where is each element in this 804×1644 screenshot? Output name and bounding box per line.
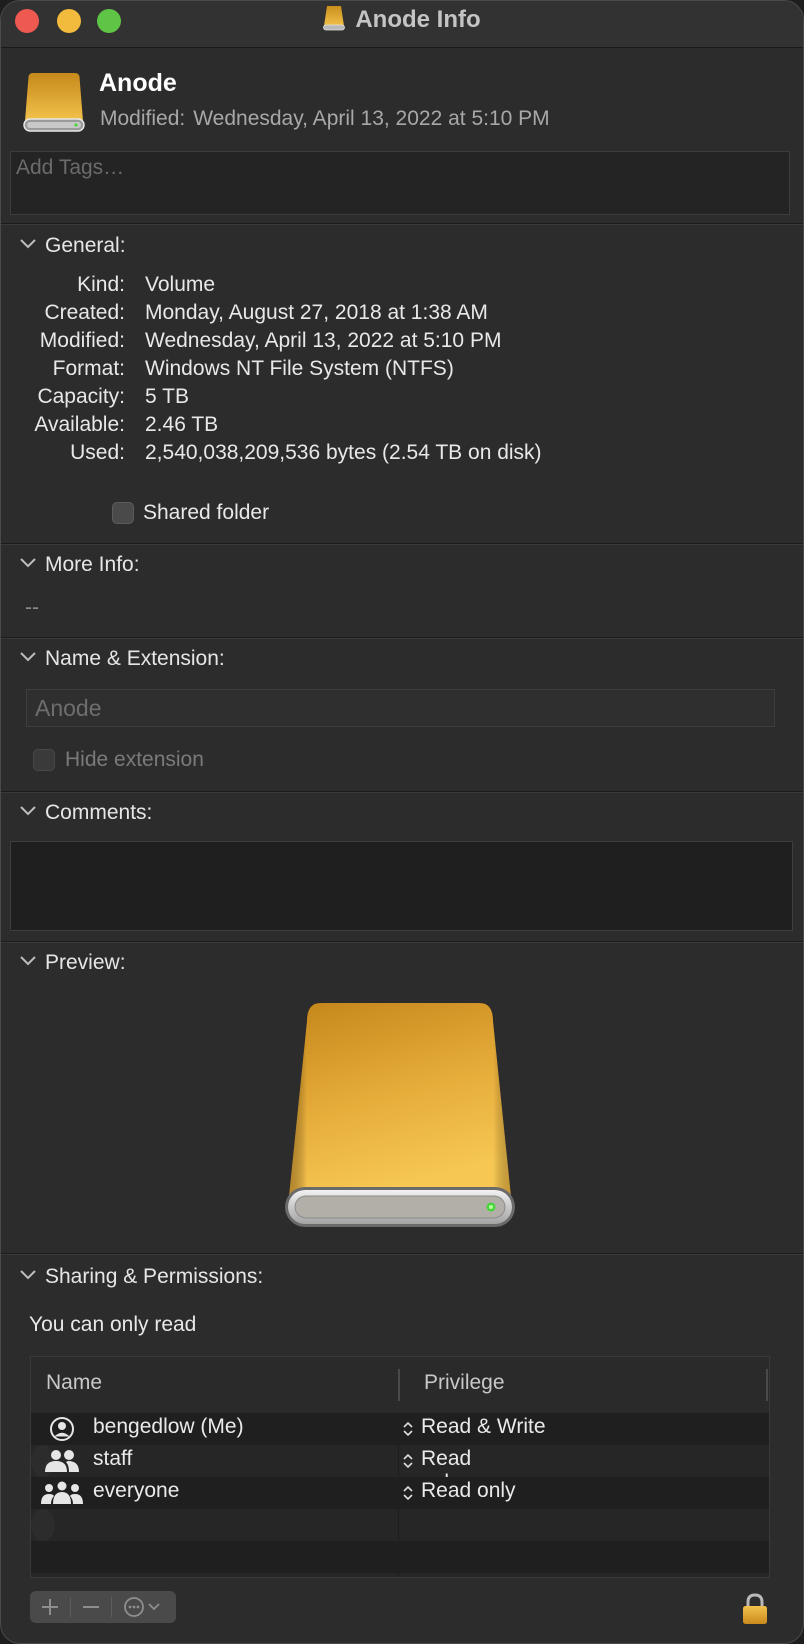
info-value: Wednesday, April 13, 2022 at 5:10 PM (145, 329, 502, 352)
section-more-info-title: More Info: (45, 553, 140, 576)
section-preview-toggle[interactable]: Preview: (19, 949, 126, 977)
table-row-empty (31, 1541, 769, 1573)
info-value: 2.46 TB (145, 413, 219, 436)
window-title-wrap: Anode Info (1, 5, 803, 35)
column-divider[interactable] (766, 1369, 768, 1401)
more-actions-button[interactable] (112, 1591, 176, 1623)
info-value: Monday, August 27, 2018 at 1:38 AM (145, 301, 488, 324)
chevron-down-icon (20, 1270, 36, 1280)
info-value: Windows NT File System (NTFS) (145, 357, 454, 380)
section-comments-toggle[interactable]: Comments: (19, 799, 152, 827)
tags-placeholder: Add Tags… (16, 156, 125, 179)
permissions-table: Name Privilege bengedlow (Me) Read & Wri… (30, 1356, 770, 1578)
user-icon (50, 1417, 74, 1441)
external-drive-icon (285, 1003, 515, 1227)
info-label: Created: (44, 301, 125, 324)
section-name-extension-toggle[interactable]: Name & Extension: (19, 645, 225, 673)
section-general-toggle[interactable]: General: (19, 232, 126, 260)
info-label: Kind: (77, 273, 125, 296)
info-row-modified: Modified: Wednesday, April 13, 2022 at 5… (1, 327, 791, 355)
more-info-value: -- (25, 596, 39, 619)
external-drive-icon (23, 73, 85, 132)
section-more-info-toggle[interactable]: More Info: (19, 551, 140, 579)
column-divider[interactable] (398, 1369, 400, 1401)
external-drive-icon (323, 6, 346, 31)
window-title: Anode Info (355, 6, 481, 33)
title-bar[interactable]: Anode Info (1, 1, 803, 48)
section-sharing-title: Sharing & Permissions: (45, 1265, 264, 1288)
info-row-created: Created: Monday, August 27, 2018 at 1:38… (1, 299, 791, 327)
section-comments-title: Comments: (45, 801, 153, 824)
chevron-down-icon (20, 956, 36, 966)
section-sharing-toggle[interactable]: Sharing & Permissions: (19, 1263, 263, 1291)
info-value: 5 TB (145, 385, 189, 408)
chevron-down-icon (20, 558, 36, 568)
remove-icon (83, 1606, 99, 1608)
info-label: Used: (70, 441, 125, 464)
add-icon (42, 1599, 58, 1615)
more-actions-icon (124, 1597, 160, 1617)
chevron-down-icon (20, 806, 36, 816)
tags-field[interactable]: Add Tags… (10, 151, 790, 215)
get-info-window: Anode Info Anode Modified: Wednesday, Apr… (0, 0, 804, 1644)
section-general-title: General: (45, 234, 126, 257)
column-header-privilege[interactable]: Privilege (424, 1371, 505, 1395)
info-row-format: Format: Windows NT File System (NTFS) (1, 355, 791, 383)
table-row-empty (31, 1509, 55, 1541)
shared-folder-label: Shared folder (143, 501, 270, 524)
header-modified: Modified: Wednesday, April 13, 2022 at 5:… (100, 107, 550, 131)
permission-note: You can only read (29, 1313, 197, 1336)
info-label: Available: (34, 413, 125, 436)
info-row-available: Available: 2.46 TB (1, 411, 791, 439)
info-value: Volume (145, 273, 216, 296)
table-row[interactable]: bengedlow (Me) Read & Write (31, 1413, 769, 1445)
divider (1, 1253, 803, 1255)
up-down-arrows-icon (403, 1485, 413, 1501)
lock-icon[interactable] (742, 1593, 768, 1625)
group-icon (45, 1450, 79, 1472)
info-row-capacity: Capacity: 5 TB (1, 383, 791, 411)
divider (1, 941, 803, 943)
hide-extension-label: Hide extension (65, 748, 204, 771)
info-label: Modified: (39, 329, 125, 352)
info-label: Format: (52, 357, 125, 380)
info-row-used: Used: 2,540,038,209,536 bytes (2.54 TB o… (1, 439, 791, 467)
info-row-kind: Kind: Volume (1, 271, 791, 299)
table-row[interactable]: staff Read only (31, 1445, 471, 1494)
comments-field[interactable] (10, 841, 793, 931)
permissions-button-group (30, 1591, 176, 1623)
section-name-extension-title: Name & Extension: (45, 647, 225, 670)
divider (1, 791, 803, 793)
info-value: 2,540,038,209,536 bytes (2.54 TB on disk… (145, 441, 542, 464)
section-preview-title: Preview: (45, 951, 126, 974)
privilege-popup[interactable]: Read & Write (421, 1415, 546, 1439)
column-header-name[interactable]: Name (46, 1371, 102, 1395)
file-name: Anode (99, 69, 177, 97)
up-down-arrows-icon (403, 1453, 413, 1469)
hide-extension-checkbox[interactable] (33, 749, 55, 771)
add-button[interactable] (30, 1591, 70, 1623)
divider (1, 223, 803, 225)
up-down-arrows-icon (403, 1421, 413, 1437)
info-label: Capacity: (37, 385, 125, 408)
user-name: bengedlow (Me) (93, 1415, 244, 1438)
modified-value: Wednesday, April 13, 2022 at 5:10 PM (193, 107, 550, 130)
shared-folder-checkbox[interactable] (112, 502, 134, 524)
everyone-icon (41, 1481, 83, 1504)
divider (1, 637, 803, 639)
name-input[interactable]: Anode (26, 689, 775, 727)
divider (1, 543, 803, 545)
remove-button[interactable] (71, 1591, 111, 1623)
chevron-down-icon (20, 652, 36, 662)
modified-label: Modified: (100, 107, 186, 130)
user-name: everyone (93, 1479, 180, 1502)
table-header: Name Privilege (31, 1357, 769, 1414)
privilege-popup[interactable]: Read only (421, 1479, 516, 1503)
user-name: staff (93, 1447, 133, 1470)
table-row[interactable]: everyone Read only (31, 1477, 769, 1509)
chevron-down-icon (20, 239, 36, 249)
